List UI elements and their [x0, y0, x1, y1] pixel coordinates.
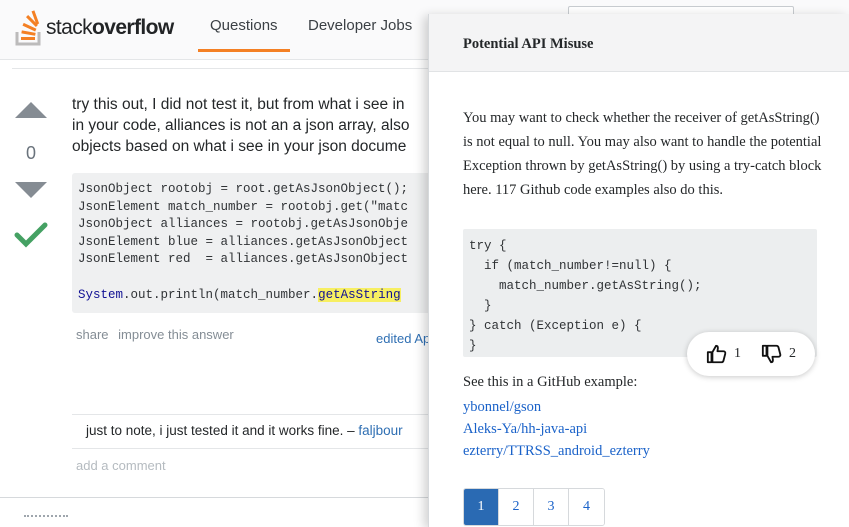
github-link[interactable]: ybonnel/gson — [463, 396, 650, 418]
cropped-text-fragment — [24, 515, 68, 521]
code-line: JsonElement red = alliances.getAsJsonObj… — [78, 252, 409, 267]
logo-text-bold: overflow — [92, 16, 174, 39]
stack-logo-icon — [15, 10, 41, 46]
popup-title: Potential API Misuse — [463, 36, 594, 52]
code-line-highlighted[interactable]: System.out.println(match_number.getAsStr… — [78, 287, 444, 305]
thumbs-down-count: 2 — [789, 346, 796, 361]
post-menu: share improve this answer — [76, 327, 240, 342]
answer-body: try this out, I did not test it, but fro… — [72, 94, 432, 157]
logo-text: stackoverflow — [46, 16, 174, 40]
downvote-arrow-icon[interactable] — [15, 182, 47, 198]
github-link[interactable]: Aleks-Ya/hh-java-api — [463, 418, 650, 440]
answer-text-line: in your code, alliances is not an a json… — [72, 117, 410, 134]
answer-text-line: try this out, I did not test it, but fro… — [72, 96, 405, 113]
tab-questions[interactable]: Questions — [198, 0, 290, 52]
page-button-2[interactable]: 2 — [499, 489, 534, 525]
popup-message: You may want to check whether the receiv… — [463, 110, 822, 198]
code-line: JsonObject rootobj = root.getAsJsonObjec… — [78, 182, 409, 196]
github-example-label: See this in a GitHub example: — [463, 374, 638, 390]
code-line: JsonElement blue = alliances.getAsJsonOb… — [78, 234, 409, 249]
improve-answer-link[interactable]: improve this answer — [118, 327, 234, 342]
stackoverflow-logo[interactable]: stackoverflow — [14, 8, 174, 48]
vote-count: 0 — [25, 143, 36, 163]
answer-text-line: objects based on what i see in your json… — [72, 138, 407, 155]
page-button-1[interactable]: 1 — [464, 489, 499, 525]
upvote-arrow-icon[interactable] — [15, 102, 47, 118]
github-links: ybonnel/gson Aleks-Ya/hh-java-api ezterr… — [463, 396, 650, 462]
page-button-3[interactable]: 3 — [534, 489, 569, 525]
edited-link[interactable]: edited Ap — [376, 331, 430, 346]
code-line: if (match_number!=null) { — [469, 259, 672, 273]
github-link[interactable]: ezterry/TTRSS_android_ezterry — [463, 440, 650, 462]
highlighted-api-call[interactable]: getAsString — [318, 287, 401, 302]
add-comment-link[interactable]: add a comment — [76, 458, 166, 473]
comment: just to note, i just tested it and it wo… — [86, 423, 403, 438]
thumbs-down-icon — [761, 344, 782, 364]
thumbs-up-count: 1 — [734, 346, 741, 361]
thumbs-up-icon — [706, 344, 727, 364]
code-line: JsonElement match_number = rootobj.get("… — [78, 199, 409, 214]
accepted-checkmark-icon — [14, 222, 48, 248]
feedback-pill: 1 2 — [687, 332, 815, 376]
tab-developer-jobs[interactable]: Developer Jobs — [296, 0, 424, 52]
code-line: match_number.getAsString(); — [469, 279, 702, 293]
code-line: JsonObject alliances = rootobj.getAsJson… — [78, 217, 409, 232]
code-line: } — [469, 299, 492, 313]
comment-text: just to note, i just tested it and it wo… — [86, 423, 359, 438]
pagination: 1 2 3 4 — [463, 488, 605, 526]
answer-code-block: JsonObject rootobj = root.getAsJsonObjec… — [72, 173, 444, 313]
popup-header: Potential API Misuse — [429, 14, 849, 72]
page-button-4[interactable]: 4 — [569, 489, 604, 525]
logo-text-light: stack — [46, 16, 93, 39]
comment-user-link[interactable]: faljbour — [358, 423, 402, 438]
thumbs-up-button[interactable]: 1 — [706, 343, 741, 365]
code-keyword: System — [78, 287, 124, 302]
share-link[interactable]: share — [76, 327, 109, 342]
thumbs-down-button[interactable]: 2 — [761, 343, 796, 365]
api-misuse-popup: Potential API Misuse You may want to che… — [428, 14, 849, 527]
code-line: try { — [469, 239, 507, 253]
